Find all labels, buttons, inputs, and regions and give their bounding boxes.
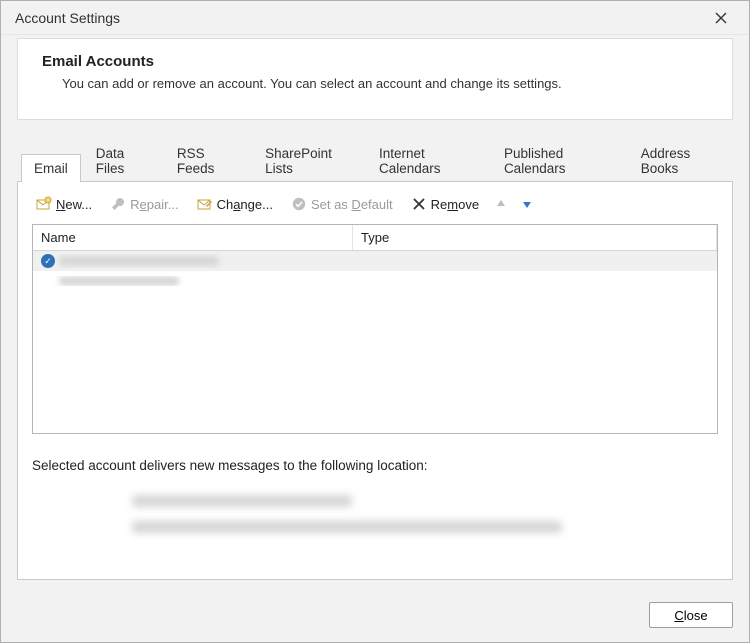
- intro-description: You can add or remove an account. You ca…: [62, 76, 708, 91]
- account-name-cell: [33, 276, 353, 286]
- tab-email[interactable]: Email: [21, 154, 81, 182]
- window-close-button[interactable]: [701, 4, 741, 32]
- set-default-button: Set as Default: [287, 194, 397, 214]
- toolbar: New... Repair... Change...: [32, 192, 718, 224]
- remove-button-label: Remove: [431, 197, 479, 212]
- account-row[interactable]: [33, 271, 717, 291]
- x-icon: [411, 196, 427, 212]
- tab-rss-feeds[interactable]: RSS Feeds: [164, 139, 250, 182]
- change-button[interactable]: Change...: [193, 194, 277, 214]
- move-up-button: [493, 196, 509, 212]
- dialog-body: Email Accounts You can add or remove an …: [1, 35, 749, 594]
- mail-change-icon: [197, 196, 213, 212]
- tab-address-books[interactable]: Address Books: [628, 139, 733, 182]
- accounts-list-header: Name Type: [33, 225, 717, 251]
- intro-heading: Email Accounts: [42, 53, 708, 70]
- new-button-label: New...: [56, 197, 92, 212]
- delivery-location-details: [132, 495, 718, 533]
- account-row[interactable]: ✓: [33, 251, 717, 271]
- check-circle-icon: [291, 196, 307, 212]
- wrench-icon: [110, 196, 126, 212]
- delivery-location-label: Selected account delivers new messages t…: [32, 458, 718, 473]
- change-button-label: Change...: [217, 197, 273, 212]
- accounts-list-rows: ✓: [33, 251, 717, 433]
- titlebar: Account Settings: [1, 1, 749, 35]
- arrow-up-icon: [495, 198, 507, 210]
- redacted-text: [132, 521, 562, 533]
- tabs-row: Email Data Files RSS Feeds SharePoint Li…: [17, 138, 733, 181]
- redacted-text: [59, 276, 179, 286]
- tab-internet-calendars[interactable]: Internet Calendars: [366, 139, 489, 182]
- tab-published-calendars[interactable]: Published Calendars: [491, 139, 626, 182]
- tab-sharepoint-lists[interactable]: SharePoint Lists: [252, 139, 364, 182]
- close-icon: [715, 12, 727, 24]
- window-title: Account Settings: [15, 10, 701, 26]
- redacted-text: [59, 256, 219, 266]
- close-button[interactable]: Close: [649, 602, 733, 628]
- tab-data-files[interactable]: Data Files: [83, 139, 162, 182]
- arrow-down-icon: [521, 198, 533, 210]
- column-header-type[interactable]: Type: [353, 225, 717, 250]
- redacted-text: [132, 495, 352, 507]
- intro-panel: Email Accounts You can add or remove an …: [17, 38, 733, 120]
- repair-button: Repair...: [106, 194, 182, 214]
- account-name-cell: ✓: [33, 254, 353, 268]
- set-default-button-label: Set as Default: [311, 197, 393, 212]
- default-account-icon: ✓: [41, 254, 55, 268]
- remove-button[interactable]: Remove: [407, 194, 483, 214]
- repair-button-label: Repair...: [130, 197, 178, 212]
- account-settings-dialog: Account Settings Email Accounts You can …: [0, 0, 750, 643]
- dialog-footer: Close: [1, 594, 749, 642]
- new-button[interactable]: New...: [32, 194, 96, 214]
- mail-new-icon: [36, 196, 52, 212]
- tab-content-email: New... Repair... Change...: [17, 181, 733, 580]
- move-down-button: [519, 196, 535, 212]
- accounts-list[interactable]: Name Type ✓: [32, 224, 718, 434]
- column-header-name[interactable]: Name: [33, 225, 353, 250]
